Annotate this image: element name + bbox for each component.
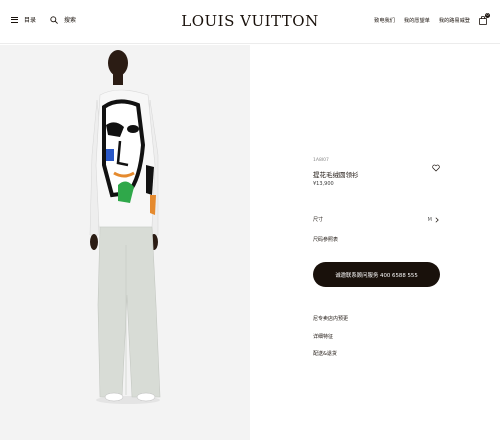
call-us-link[interactable]: 致电我们 bbox=[374, 17, 395, 24]
my-account-link[interactable]: 我的路易威登 bbox=[439, 17, 470, 24]
size-selector[interactable]: 尺寸 M bbox=[313, 216, 439, 223]
size-value: M bbox=[427, 216, 432, 223]
model-illustration bbox=[0, 45, 250, 440]
product-details-link[interactable]: 详细特征 bbox=[313, 333, 333, 340]
site-header: 目录 搜索 LOUIS VUITTON 致电我们 我的愿望单 我的路易威登 0 bbox=[0, 0, 500, 44]
delivery-returns-link[interactable]: 配送&退货 bbox=[313, 350, 337, 357]
size-value-group[interactable]: M bbox=[428, 217, 439, 223]
size-guide-link[interactable]: 尺码参照表 bbox=[313, 236, 338, 243]
size-label: 尺寸 bbox=[313, 217, 324, 223]
chevron-right-icon bbox=[435, 217, 439, 222]
wishlist-link[interactable]: 我的愿望单 bbox=[404, 17, 430, 24]
cart-count-badge: 0 bbox=[485, 13, 490, 18]
header-right: 致电我们 我的愿望单 我的路易威登 0 bbox=[374, 13, 490, 25]
product-details: 1A8I07 提花毛绒圆领衫 ¥13,900 尺寸 M 尺码参照表 诚邀联系顾问… bbox=[250, 45, 500, 440]
product-image[interactable] bbox=[0, 45, 250, 440]
product-name: 提花毛绒圆领衫 bbox=[313, 171, 359, 179]
shopping-bag-icon[interactable]: 0 bbox=[479, 13, 490, 25]
heart-icon[interactable] bbox=[432, 157, 440, 172]
product-sku: 1A8I07 bbox=[313, 158, 329, 163]
contact-advisor-button[interactable]: 诚邀联系顾问服务 400 6588 555 bbox=[313, 262, 440, 287]
product-price: ¥13,900 bbox=[313, 181, 334, 187]
store-reservation-link[interactable]: 尼专卖店内预更 bbox=[313, 315, 348, 322]
